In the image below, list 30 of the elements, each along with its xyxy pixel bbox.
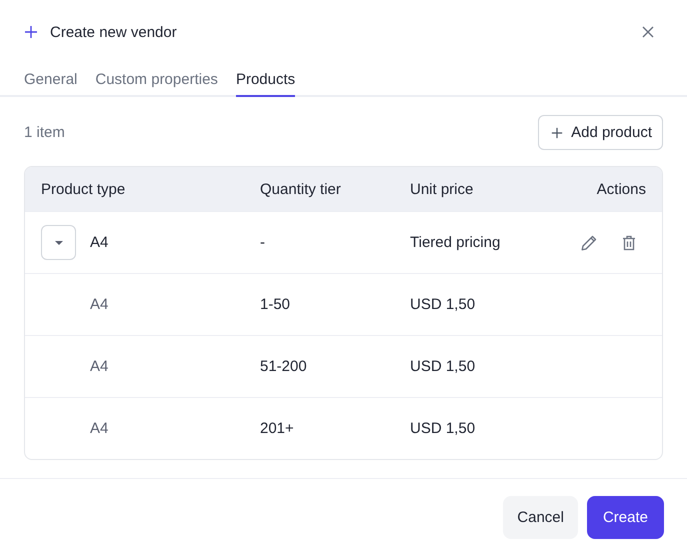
column-header: Unit price [410, 180, 474, 198]
delete-icon[interactable] [620, 234, 638, 252]
plus-icon [24, 25, 38, 39]
table-cell-text: USD 1,50 [410, 296, 476, 313]
tab[interactable]: Custom properties [95, 71, 218, 97]
tab[interactable]: General [24, 71, 78, 97]
close-icon[interactable] [641, 25, 655, 39]
edit-icon[interactable] [580, 234, 598, 252]
table-cell-text: A4 [89, 358, 110, 375]
cancel-button[interactable]: Cancel [503, 496, 578, 539]
table-cell-text: 1-50 [260, 296, 292, 313]
create-button[interactable]: Create [586, 496, 664, 539]
dialog-title: Create new vendor [50, 24, 177, 40]
column-header: Actions [596, 180, 646, 198]
table-cell-text: - [260, 234, 266, 251]
tab[interactable]: Products [236, 71, 296, 97]
table-cell-text: A4 [89, 420, 110, 437]
table-cell: A4 [90, 234, 108, 251]
add-product-button[interactable]: Add product [538, 115, 663, 150]
column-header: Quantity tier [260, 180, 342, 198]
item-count: 1 item [24, 124, 65, 141]
table-cell-text: 51-200 [260, 358, 308, 375]
column-header: Product type [41, 180, 126, 198]
table-cell-text: USD 1,50 [410, 358, 476, 375]
table-cell-text: USD 1,50 [410, 420, 476, 437]
expand-toggle[interactable] [41, 225, 76, 260]
plus-icon [551, 126, 564, 138]
table-cell-text: A4 [89, 296, 110, 313]
table-cell-text: Tiered pricing [410, 234, 502, 251]
table-cell-text: 201+ [260, 420, 295, 437]
